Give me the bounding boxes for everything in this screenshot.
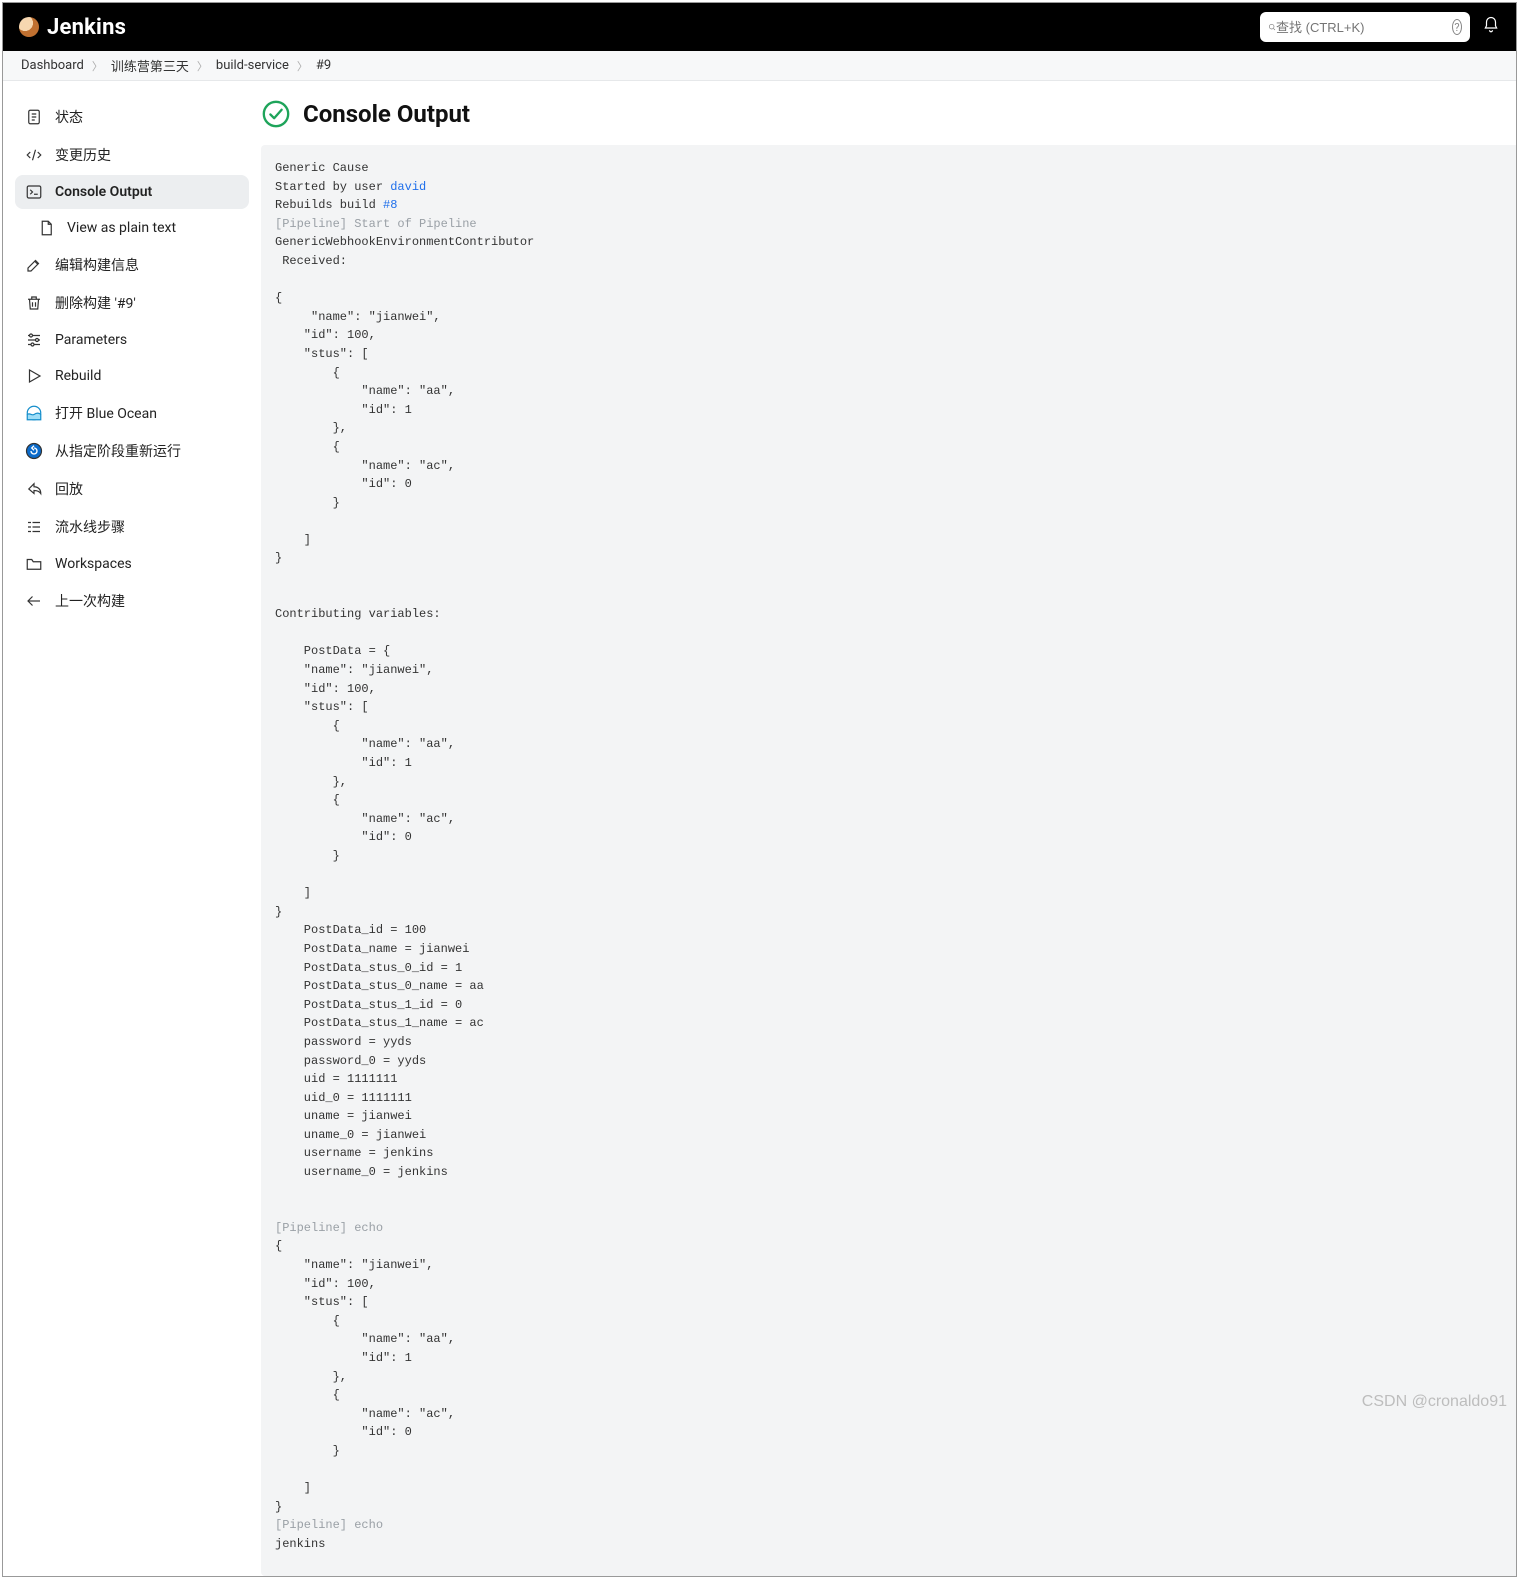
console-line: Started by user david <box>275 180 426 194</box>
search-input[interactable] <box>1276 20 1452 35</box>
console-line-pipeline: [Pipeline] echo <box>275 1221 383 1235</box>
chevron-right-icon: 〉 <box>90 58 105 74</box>
play-icon <box>25 367 43 385</box>
breadcrumb-item[interactable]: build-service <box>216 58 289 73</box>
sidebar-item-label: Parameters <box>55 332 127 348</box>
sidebar-item-label: 变更历史 <box>55 145 111 165</box>
search-icon <box>1268 20 1276 34</box>
replay-icon <box>25 480 43 498</box>
sidebar-item-label: View as plain text <box>67 220 176 236</box>
sidebar-item-label: 流水线步骤 <box>55 517 125 537</box>
sliders-icon <box>25 331 43 349</box>
sidebar-item-label: Workspaces <box>55 556 132 572</box>
blueocean-icon <box>25 404 43 422</box>
restart-icon <box>25 442 43 460</box>
sidebar-item-label: 编辑构建信息 <box>55 255 139 275</box>
sidebar-item-label: Console Output <box>55 184 152 200</box>
sidebar-item-label: 删除构建 '#9' <box>55 293 136 313</box>
trash-icon <box>25 294 43 312</box>
sidebar-item-label: 上一次构建 <box>55 591 125 611</box>
steps-icon <box>25 518 43 536</box>
console-block: { "name": "jianwei", "id": 100, "stus": … <box>275 291 455 565</box>
search-help-icon[interactable]: ? <box>1452 19 1462 35</box>
chevron-right-icon: 〉 <box>295 58 310 74</box>
console-line-pipeline: [Pipeline] Start of Pipeline <box>275 217 477 231</box>
console-line: GenericWebhookEnvironmentContributor <box>275 235 534 249</box>
sidebar-item-replay[interactable]: 回放 <box>15 471 249 507</box>
arrow-left-icon <box>25 592 43 610</box>
sidebar-item-changes[interactable]: 变更历史 <box>15 137 249 173</box>
jenkins-logo-icon <box>19 17 39 37</box>
sidebar: 状态 变更历史 Console Output View as plain tex… <box>3 81 261 1576</box>
page-title: Console Output <box>303 100 470 128</box>
breadcrumb-item[interactable]: #9 <box>316 58 331 73</box>
sidebar-item-workspaces[interactable]: Workspaces <box>15 547 249 581</box>
console-line: Generic Cause <box>275 161 369 175</box>
search-box[interactable]: ? <box>1260 12 1470 42</box>
chevron-right-icon: 〉 <box>195 58 210 74</box>
console-block: { "name": "jianwei", "id": 100, "stus": … <box>275 1239 455 1513</box>
sidebar-item-status[interactable]: 状态 <box>15 99 249 135</box>
header: Jenkins ? <box>3 3 1516 51</box>
console-block: PostData = { "name": "jianwei", "id": 10… <box>275 644 484 1179</box>
console-line: Contributing variables: <box>275 607 441 621</box>
console-output[interactable]: Generic Cause Started by user david Rebu… <box>261 145 1516 1576</box>
console-line: Rebuilds build #8 <box>275 198 397 212</box>
breadcrumb-item[interactable]: Dashboard <box>21 58 84 73</box>
main-panel: Console Output Generic Cause Started by … <box>261 81 1516 1576</box>
sidebar-item-label: 状态 <box>55 107 83 127</box>
sidebar-item-delete-build[interactable]: 删除构建 '#9' <box>15 285 249 321</box>
sidebar-item-pipeline-steps[interactable]: 流水线步骤 <box>15 509 249 545</box>
sidebar-item-console[interactable]: Console Output <box>15 175 249 209</box>
edit-icon <box>25 256 43 274</box>
status-icon <box>25 108 43 126</box>
breadcrumb: Dashboard 〉 训练营第三天 〉 build-service 〉 #9 <box>3 51 1516 81</box>
sidebar-item-parameters[interactable]: Parameters <box>15 323 249 357</box>
header-brand[interactable]: Jenkins <box>19 15 126 40</box>
document-icon <box>37 219 55 237</box>
sidebar-item-previous-build[interactable]: 上一次构建 <box>15 583 249 619</box>
sidebar-item-edit-build[interactable]: 编辑构建信息 <box>15 247 249 283</box>
sidebar-item-rebuild[interactable]: Rebuild <box>15 359 249 393</box>
changes-icon <box>25 146 43 164</box>
user-link[interactable]: david <box>390 180 426 194</box>
breadcrumb-item[interactable]: 训练营第三天 <box>111 56 189 75</box>
folder-icon <box>25 555 43 573</box>
console-line-pipeline: [Pipeline] echo <box>275 1518 383 1532</box>
sidebar-item-label: Rebuild <box>55 368 101 384</box>
sidebar-item-label: 打开 Blue Ocean <box>55 403 157 423</box>
notifications-icon[interactable] <box>1482 16 1500 38</box>
build-success-icon <box>261 99 291 129</box>
sidebar-item-label: 回放 <box>55 479 83 499</box>
sidebar-item-label: 从指定阶段重新运行 <box>55 441 181 461</box>
terminal-icon <box>25 183 43 201</box>
sidebar-item-blue-ocean[interactable]: 打开 Blue Ocean <box>15 395 249 431</box>
sidebar-item-plain-text[interactable]: View as plain text <box>15 211 249 245</box>
console-line: Received: <box>275 254 347 268</box>
console-line: jenkins <box>275 1537 325 1551</box>
app-title: Jenkins <box>47 15 126 40</box>
sidebar-item-restart-stage[interactable]: 从指定阶段重新运行 <box>15 433 249 469</box>
build-link[interactable]: #8 <box>383 198 397 212</box>
